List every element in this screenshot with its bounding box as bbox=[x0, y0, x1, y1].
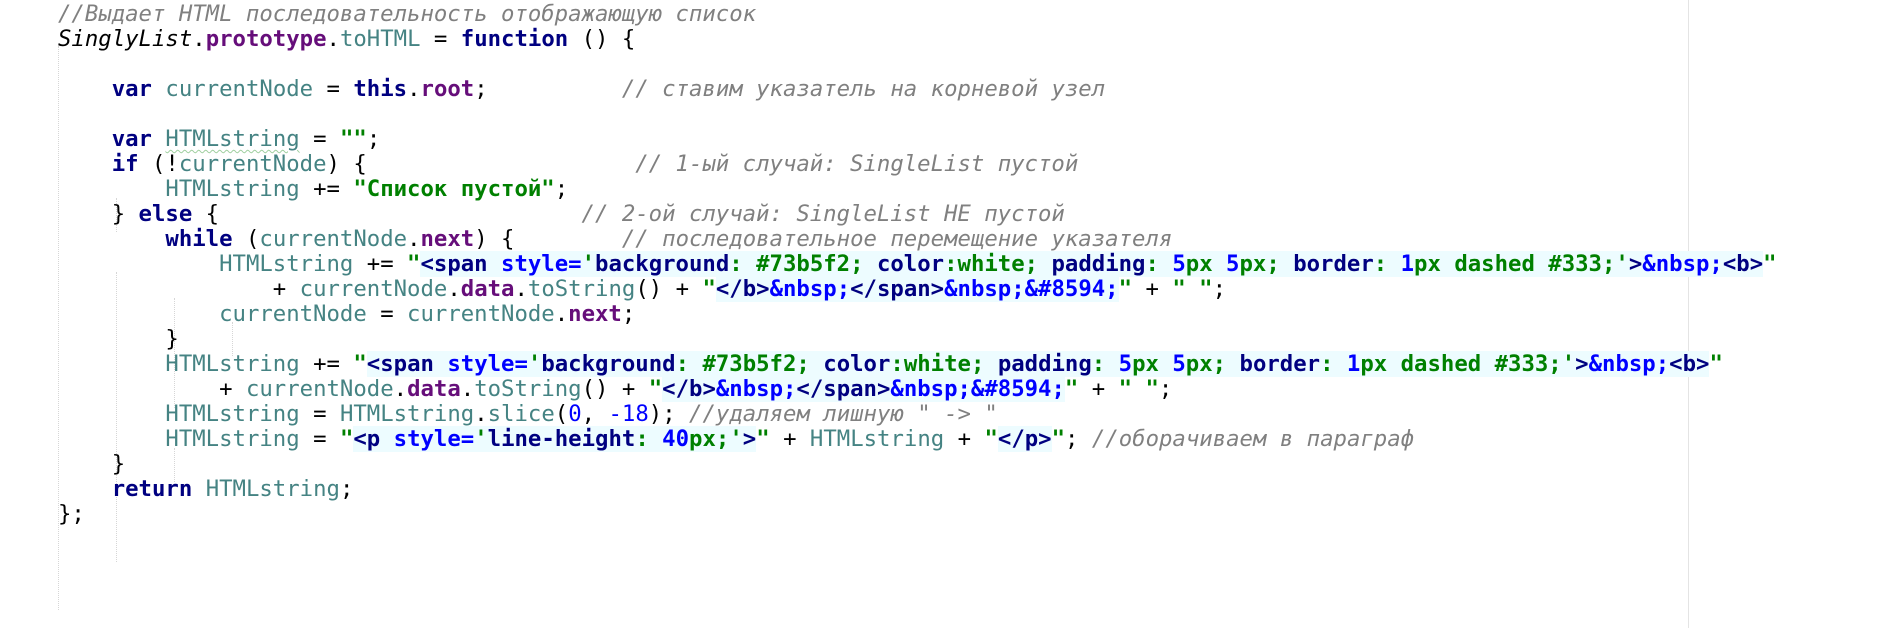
code-token: > bbox=[1575, 351, 1589, 377]
code-token: > bbox=[1628, 251, 1643, 277]
code-token: ; bbox=[621, 301, 636, 327]
code-token: border bbox=[1293, 251, 1374, 277]
code-editor[interactable]: //Выдает HTML последовательность отображ… bbox=[0, 0, 1880, 628]
code-token: ; bbox=[715, 426, 730, 452]
code-token: px bbox=[689, 426, 716, 452]
code-token: ; bbox=[1158, 376, 1173, 402]
code-token: }; bbox=[58, 501, 85, 527]
code-token: //оборачиваем в параграф bbox=[1091, 426, 1415, 452]
code-token: ; bbox=[1266, 251, 1294, 277]
code-token: " bbox=[1118, 276, 1133, 302]
code-token: + bbox=[1078, 376, 1119, 402]
code-token: </b> bbox=[715, 276, 770, 302]
code-token: SinglyList bbox=[58, 26, 193, 52]
code-token: px bbox=[1185, 351, 1213, 377]
code-token: ; bbox=[474, 76, 622, 102]
code-token: : bbox=[1373, 251, 1401, 277]
code-token: ; bbox=[1548, 351, 1562, 377]
code-token: () { bbox=[568, 26, 636, 52]
code-token: HTMLstring bbox=[809, 426, 945, 452]
code-token: 40 bbox=[662, 426, 690, 452]
code-token: </span> bbox=[850, 276, 945, 302]
code-token: = bbox=[420, 26, 461, 52]
code-line[interactable]: }; bbox=[58, 499, 85, 529]
code-token: currentNode bbox=[219, 301, 367, 327]
code-token: " " bbox=[1172, 276, 1213, 302]
code-token: . bbox=[192, 26, 206, 52]
code-token: + bbox=[1132, 276, 1173, 302]
right-margin-guide bbox=[1688, 0, 1689, 628]
code-token: () + bbox=[635, 276, 703, 302]
code-token: ; bbox=[1212, 351, 1240, 377]
code-line[interactable]: SinglyList.prototype.toHTML = function (… bbox=[58, 24, 635, 54]
code-token: px dashed #333 bbox=[1414, 251, 1602, 277]
code-token: line-height bbox=[487, 426, 636, 452]
code-token: // 1-ый случай: SingleList пустой bbox=[635, 151, 1079, 177]
code-token: ' bbox=[1561, 351, 1576, 377]
code-token: . bbox=[407, 76, 421, 102]
code-token: root bbox=[420, 76, 475, 102]
code-token: = bbox=[366, 301, 408, 327]
code-token: currentNode bbox=[165, 76, 314, 102]
code-token: currentNode bbox=[407, 301, 555, 327]
code-token: HTMLstring bbox=[205, 476, 340, 502]
code-token: ; bbox=[1065, 426, 1092, 452]
code-token: <b> bbox=[1669, 351, 1710, 377]
code-token: 1 bbox=[1400, 251, 1415, 277]
code-token: &nbsp;&#8594; bbox=[944, 276, 1119, 302]
code-token: ' bbox=[474, 426, 488, 452]
code-token: > bbox=[742, 426, 757, 452]
code-line[interactable]: HTMLstring = "<p style='line-height: 40p… bbox=[58, 424, 1414, 454]
code-token: " bbox=[1709, 351, 1723, 377]
code-token: " " bbox=[1118, 376, 1159, 402]
code-line[interactable]: var currentNode = this.root; // ставим у… bbox=[58, 74, 1105, 104]
code-token: " bbox=[702, 276, 716, 302]
code-token: var bbox=[111, 76, 152, 102]
code-token: prototype bbox=[205, 26, 327, 52]
code-token: = bbox=[313, 76, 354, 102]
code-token: 5 bbox=[1172, 351, 1186, 377]
code-token: 1 bbox=[1346, 351, 1361, 377]
code-token: : bbox=[1320, 351, 1347, 377]
code-token: HTMLstring bbox=[165, 426, 300, 452]
code-token: next bbox=[568, 301, 622, 327]
code-token: 5 bbox=[1226, 251, 1240, 277]
code-token: " bbox=[984, 426, 998, 452]
code-token: toHTML bbox=[339, 26, 421, 52]
code-token: border bbox=[1239, 351, 1321, 377]
code-token: return bbox=[111, 476, 193, 502]
code-token: . bbox=[326, 26, 340, 52]
code-token: ; bbox=[1212, 276, 1227, 302]
code-token: " bbox=[1763, 251, 1777, 277]
code-token: ; bbox=[1601, 251, 1616, 277]
code-token: </p> bbox=[997, 426, 1052, 452]
code-token: ' bbox=[1615, 251, 1629, 277]
code-token: . bbox=[554, 301, 569, 327]
code-token: style= bbox=[393, 426, 475, 452]
code-token: &nbsp; bbox=[769, 276, 851, 302]
code-token: px bbox=[1239, 251, 1267, 277]
code-token: &nbsp; bbox=[1588, 351, 1670, 377]
code-token: // ставим указатель на корневой узел bbox=[621, 76, 1106, 102]
code-token: ; bbox=[339, 476, 354, 502]
code-token: <p bbox=[353, 426, 394, 452]
code-token: " bbox=[1051, 426, 1066, 452]
code-token: " bbox=[756, 426, 770, 452]
code-token: " bbox=[1064, 376, 1079, 402]
code-token: " bbox=[339, 426, 354, 452]
code-token: + bbox=[769, 426, 810, 452]
code-token: this bbox=[353, 76, 408, 102]
code-token: function bbox=[460, 26, 569, 52]
code-token: ' bbox=[729, 426, 743, 452]
code-token: : bbox=[635, 426, 663, 452]
code-token: + bbox=[944, 426, 985, 452]
code-token: = bbox=[299, 426, 340, 452]
code-token: px dashed #333 bbox=[1360, 351, 1549, 377]
code-line[interactable]: return HTMLstring; bbox=[58, 474, 354, 504]
code-token: &nbsp; bbox=[1642, 251, 1723, 277]
code-token: <b> bbox=[1722, 251, 1764, 277]
